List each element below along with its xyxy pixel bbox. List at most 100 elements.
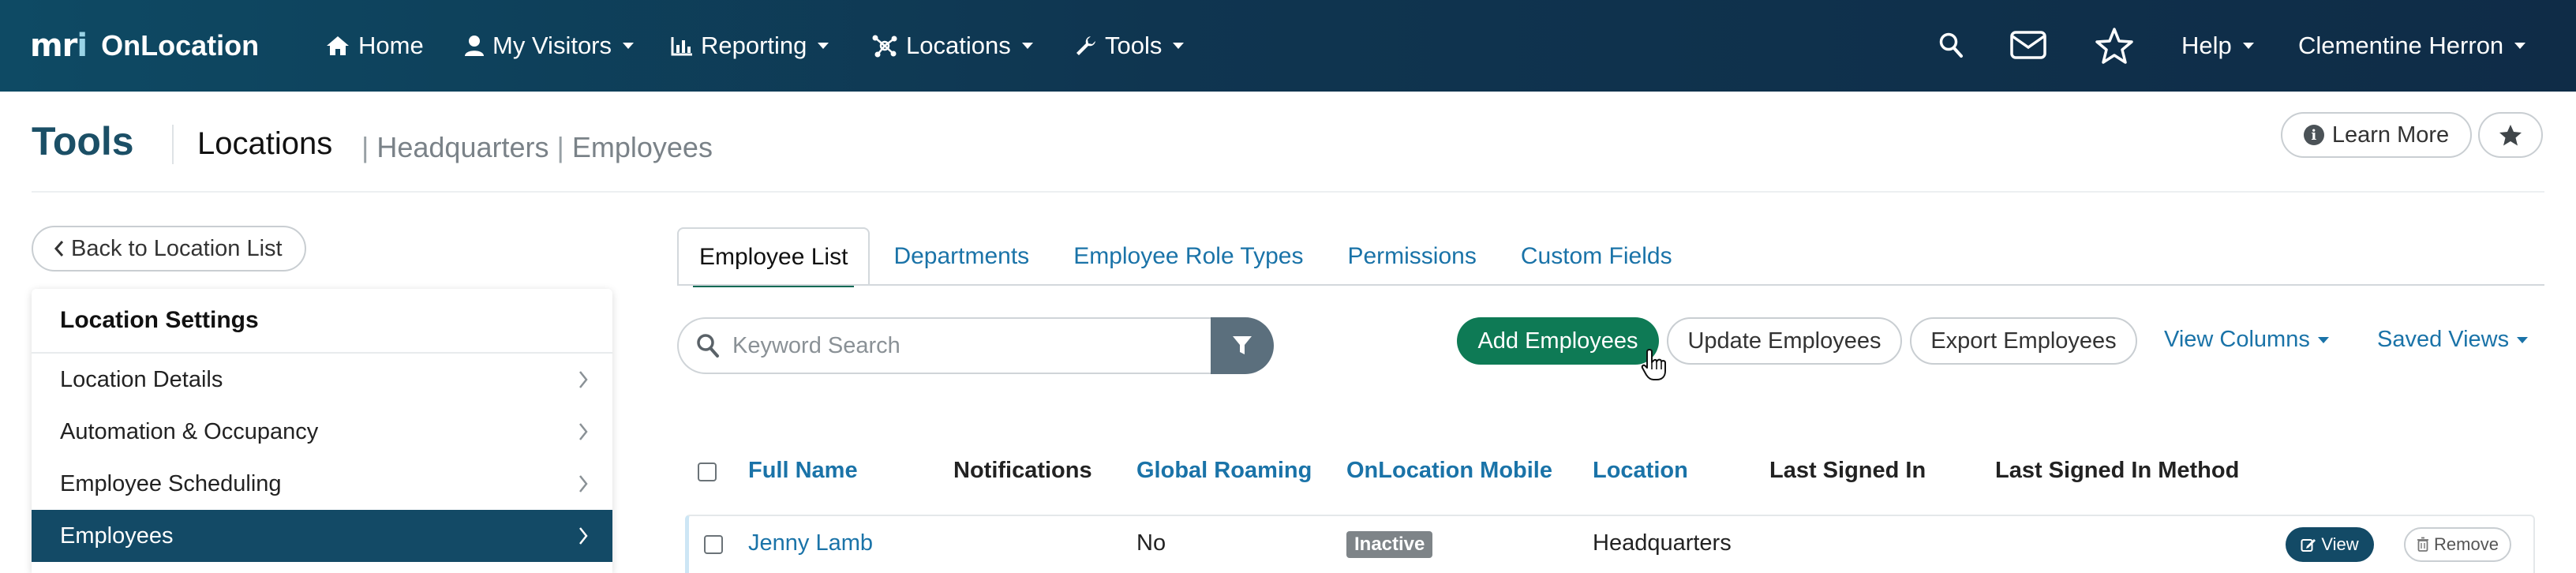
tab-custom-fields[interactable]: Custom Fields <box>1500 227 1693 286</box>
remove-label: Remove <box>2434 534 2499 554</box>
chevron-down-icon <box>1173 43 1185 49</box>
sidebar-item-label: Automation & Occupancy <box>60 418 319 444</box>
chevron-right-icon <box>578 526 589 545</box>
breadcrumb-current-section: Locations <box>197 126 333 161</box>
column-header-onlocation-mobile[interactable]: OnLocation Mobile <box>1346 458 1552 484</box>
location-settings-title: Location Settings <box>32 289 612 354</box>
back-to-location-list-button[interactable]: Back to Location List <box>32 226 306 272</box>
breadcrumb-separator: | <box>556 131 564 163</box>
nav-item-home[interactable]: Home <box>325 24 424 68</box>
sidebar-item-employee-scheduling[interactable]: Employee Scheduling <box>32 458 612 510</box>
column-header-global-roaming[interactable]: Global Roaming <box>1136 458 1312 484</box>
keyword-search <box>677 317 1274 374</box>
brand-name: OnLocation <box>101 29 260 62</box>
page-title: Tools <box>32 119 134 163</box>
column-header-notifications: Notifications <box>953 458 1092 483</box>
view-label: View <box>2321 534 2359 554</box>
chevron-right-icon <box>578 474 589 493</box>
filter-icon <box>1232 335 1252 357</box>
envelope-icon[interactable] <box>2009 30 2047 60</box>
user-icon <box>464 35 485 57</box>
nav-item-label: Reporting <box>701 32 807 59</box>
learn-more-label: Learn More <box>2331 122 2450 148</box>
edit-icon <box>2301 537 2316 552</box>
column-header-full-name[interactable]: Full Name <box>748 458 858 484</box>
star-outline-icon[interactable] <box>2095 27 2134 65</box>
user-menu[interactable]: Clementine Herron <box>2298 24 2526 68</box>
chevron-down-icon <box>1021 43 1033 49</box>
hand-cursor-icon <box>1640 347 1668 382</box>
sidebar-item-automation-occupancy[interactable]: Automation & Occupancy <box>32 406 612 458</box>
tabs-divider <box>677 284 2544 286</box>
column-header-location[interactable]: Location <box>1593 458 1688 484</box>
star-icon <box>2499 124 2522 147</box>
nav-item-label: Home <box>358 32 424 59</box>
tab-permissions[interactable]: Permissions <box>1327 227 1496 286</box>
wrench-icon <box>1075 35 1097 57</box>
help-label: Help <box>2181 32 2232 59</box>
view-columns-label: View Columns <box>2164 327 2310 352</box>
remove-employee-button[interactable]: Remove <box>2404 527 2511 562</box>
chevron-down-icon <box>818 43 829 49</box>
chevron-right-icon <box>578 370 589 389</box>
learn-more-button[interactable]: i Learn More <box>2281 112 2472 158</box>
saved-views-label: Saved Views <box>2377 327 2510 352</box>
home-icon <box>325 35 350 57</box>
nav-item-tools[interactable]: Tools <box>1075 24 1185 68</box>
network-icon <box>871 34 898 58</box>
nav-item-reporting[interactable]: Reporting <box>671 24 829 68</box>
chevron-down-icon <box>623 43 635 49</box>
header-divider <box>32 191 2544 193</box>
breadcrumb-separator: | <box>361 131 369 163</box>
chevron-down-icon <box>2514 43 2526 49</box>
location-settings-panel: Location Settings Location Details Autom… <box>32 289 612 573</box>
bar-chart-icon <box>671 36 693 56</box>
chevron-down-icon <box>2317 336 2329 343</box>
search-icon <box>696 333 720 358</box>
sidebar-item-label: Location Details <box>60 366 223 392</box>
chevron-left-icon <box>54 240 65 257</box>
tab-departments[interactable]: Departments <box>873 227 1050 286</box>
search-field-wrapper <box>677 317 1211 374</box>
sidebar-item-location-details[interactable]: Location Details <box>32 354 612 406</box>
nav-item-locations[interactable]: Locations <box>871 24 1033 68</box>
row-select-checkbox[interactable] <box>704 535 723 554</box>
view-columns-dropdown[interactable]: View Columns <box>2164 327 2329 353</box>
status-badge: Inactive <box>1346 531 1433 558</box>
location-cell: Headquarters <box>1593 530 1732 556</box>
title-divider <box>172 125 174 164</box>
saved-views-dropdown[interactable]: Saved Views <box>2377 327 2529 353</box>
search-input[interactable] <box>732 332 1174 359</box>
export-employees-button[interactable]: Export Employees <box>1910 317 2137 365</box>
chevron-down-icon <box>2242 43 2254 49</box>
employee-tabs: Employee List Departments Employee Role … <box>677 227 1696 287</box>
nav-item-label: Locations <box>906 32 1011 59</box>
column-header-last-signed-in: Last Signed In <box>1769 458 1926 483</box>
sidebar-item-employees[interactable]: Employees <box>32 510 612 562</box>
chevron-down-icon <box>2517 336 2529 343</box>
info-icon: i <box>2303 125 2324 145</box>
chevron-right-icon <box>578 422 589 441</box>
global-roaming-cell: No <box>1136 530 1166 556</box>
brand-mark: mri <box>30 28 88 64</box>
favorite-button[interactable] <box>2478 112 2543 158</box>
nav-item-label: Tools <box>1105 32 1163 59</box>
filter-button[interactable] <box>1211 317 1274 374</box>
user-name: Clementine Herron <box>2298 32 2504 59</box>
update-employees-button[interactable]: Update Employees <box>1667 317 1902 365</box>
search-icon[interactable] <box>1938 32 1964 58</box>
breadcrumb-page: Employees <box>571 131 713 163</box>
tab-employee-list[interactable]: Employee List <box>677 227 871 287</box>
brand-logo[interactable]: mri OnLocation <box>30 24 259 68</box>
breadcrumb-location: Headquarters <box>376 131 549 163</box>
nav-item-label: My Visitors <box>492 32 612 59</box>
add-employees-button[interactable]: Add Employees <box>1457 317 1659 365</box>
trash-icon <box>2417 537 2429 552</box>
help-menu[interactable]: Help <box>2181 24 2254 68</box>
view-employee-button[interactable]: View <box>2286 527 2374 562</box>
select-all-checkbox[interactable] <box>698 463 717 481</box>
breadcrumb: | Headquarters | Employees <box>354 131 713 164</box>
tab-employee-role-types[interactable]: Employee Role Types <box>1053 227 1324 286</box>
nav-item-my-visitors[interactable]: My Visitors <box>464 24 635 68</box>
employee-name-link[interactable]: Jenny Lamb <box>748 530 873 556</box>
